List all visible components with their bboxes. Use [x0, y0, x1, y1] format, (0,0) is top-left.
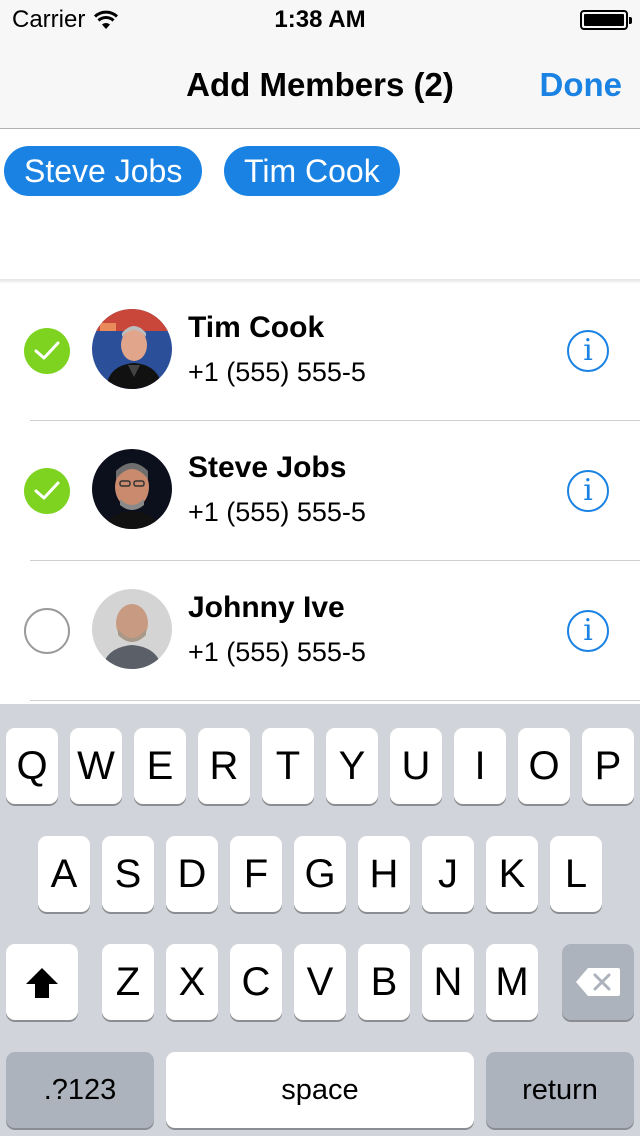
avatar — [92, 589, 172, 669]
key-u[interactable]: U — [390, 728, 442, 804]
token-steve-jobs[interactable]: Steve Jobs — [4, 146, 203, 196]
info-glyph: i — [583, 613, 593, 648]
key-k[interactable]: K — [486, 836, 538, 912]
contact-name: Tim Cook — [188, 311, 325, 344]
key-r[interactable]: R — [198, 728, 250, 804]
row-separator — [30, 700, 640, 701]
contact-row[interactable]: Johnny Ive +1 (555) 555-5 i — [0, 561, 640, 701]
return-key[interactable]: return — [486, 1052, 634, 1128]
key-c[interactable]: C — [230, 944, 282, 1020]
checkmark-icon[interactable] — [24, 328, 70, 374]
key-q[interactable]: Q — [6, 728, 58, 804]
key-m[interactable]: M — [486, 944, 538, 1020]
done-button[interactable]: Done — [540, 66, 623, 104]
battery-level — [584, 14, 624, 26]
key-f[interactable]: F — [230, 836, 282, 912]
key-v[interactable]: V — [294, 944, 346, 1020]
contact-phone: +1 (555) 555-5 — [188, 357, 366, 387]
key-p[interactable]: P — [582, 728, 634, 804]
key-b[interactable]: B — [358, 944, 410, 1020]
key-y[interactable]: Y — [326, 728, 378, 804]
key-w[interactable]: W — [70, 728, 122, 804]
key-n[interactable]: N — [422, 944, 474, 1020]
delete-key[interactable] — [562, 944, 634, 1020]
info-icon[interactable]: i — [567, 330, 609, 372]
contact-name: Johnny Ive — [188, 591, 345, 624]
status-bar: Carrier 1:38 AM — [0, 0, 640, 40]
key-d[interactable]: D — [166, 836, 218, 912]
key-l[interactable]: L — [550, 836, 602, 912]
key-g[interactable]: G — [294, 836, 346, 912]
unchecked-circle-icon[interactable] — [24, 608, 70, 654]
contact-phone: +1 (555) 555-5 — [188, 637, 366, 667]
recipient-token-field[interactable]: Steve Jobs Tim Cook — [0, 129, 640, 281]
key-o[interactable]: O — [518, 728, 570, 804]
space-key[interactable]: space — [166, 1052, 474, 1128]
avatar — [92, 449, 172, 529]
contact-name: Steve Jobs — [188, 451, 347, 484]
keyboard: Q W E R T Y U I O P A S D F G H J K L Z … — [0, 704, 640, 1136]
token-tim-cook[interactable]: Tim Cook — [224, 146, 400, 196]
status-time: 1:38 AM — [274, 6, 366, 33]
contact-phone: +1 (555) 555-5 — [188, 497, 366, 527]
info-glyph: i — [583, 473, 593, 508]
contact-row[interactable]: Steve Jobs +1 (555) 555-5 i — [0, 421, 640, 561]
info-icon[interactable]: i — [567, 610, 609, 652]
shift-key[interactable] — [6, 944, 78, 1020]
key-z[interactable]: Z — [102, 944, 154, 1020]
key-h[interactable]: H — [358, 836, 410, 912]
battery-nub — [629, 17, 632, 24]
key-e[interactable]: E — [134, 728, 186, 804]
key-t[interactable]: T — [262, 728, 314, 804]
info-icon[interactable]: i — [567, 470, 609, 512]
key-j[interactable]: J — [422, 836, 474, 912]
backspace-icon — [576, 968, 620, 996]
info-glyph: i — [583, 333, 593, 368]
navigation-bar: Add Members (2) Done — [0, 40, 640, 129]
key-a[interactable]: A — [38, 836, 90, 912]
key-i[interactable]: I — [454, 728, 506, 804]
key-s[interactable]: S — [102, 836, 154, 912]
avatar — [92, 309, 172, 389]
checkmark-icon[interactable] — [24, 468, 70, 514]
battery-icon — [580, 10, 632, 30]
contact-row[interactable]: Tim Cook +1 (555) 555-5 i — [0, 281, 640, 421]
key-x[interactable]: X — [166, 944, 218, 1020]
contact-list: Tim Cook +1 (555) 555-5 i Steve Jobs +1 … — [0, 281, 640, 701]
numbers-key[interactable]: .?123 — [6, 1052, 154, 1128]
shift-icon — [26, 968, 58, 998]
